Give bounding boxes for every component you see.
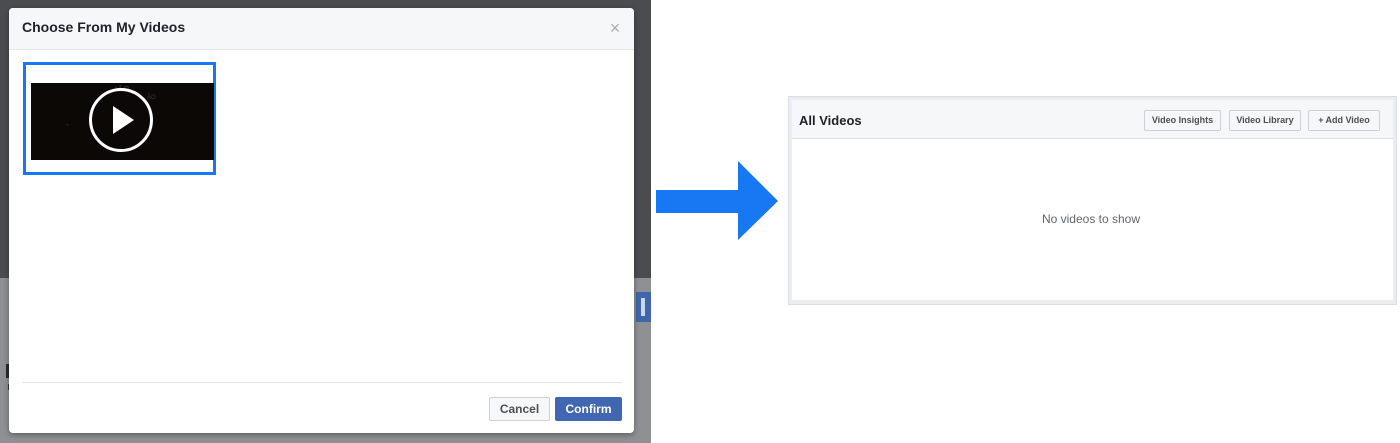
choose-video-dialog: Choose From My Videos × IÃO ÃO + Cancel … bbox=[9, 8, 634, 433]
close-icon[interactable]: × bbox=[606, 19, 624, 37]
video-insights-button[interactable]: Video Insights bbox=[1144, 110, 1221, 131]
add-video-button[interactable]: + Add Video bbox=[1308, 110, 1380, 131]
arrow-right-icon bbox=[656, 161, 778, 240]
videos-list-area: No videos to show bbox=[792, 139, 1393, 300]
dialog-title: Choose From My Videos bbox=[22, 19, 186, 35]
video-thumbnail-selected[interactable]: IÃO ÃO + bbox=[23, 62, 216, 175]
thumbnail-text: ÃO bbox=[147, 95, 156, 101]
plus-icon: + bbox=[1318, 115, 1324, 125]
video-thumbnail-image: IÃO ÃO + bbox=[31, 83, 214, 160]
cancel-button[interactable]: Cancel bbox=[489, 397, 550, 421]
play-icon[interactable] bbox=[89, 88, 153, 152]
thumbnail-text: + bbox=[66, 123, 70, 129]
panel-title: All Videos bbox=[799, 113, 862, 128]
confirm-button[interactable]: Confirm bbox=[555, 397, 622, 421]
all-videos-panel: All Videos Video Insights Video Library … bbox=[788, 96, 1397, 305]
add-video-label: Add Video bbox=[1325, 115, 1370, 125]
dialog-header: Choose From My Videos × bbox=[9, 8, 634, 50]
empty-state-message: No videos to show bbox=[1041, 212, 1141, 226]
dimmed-page-background: Choose From My Videos × IÃO ÃO + Cancel … bbox=[0, 0, 651, 443]
dimmed-page-button bbox=[636, 292, 651, 322]
video-library-button[interactable]: Video Library bbox=[1229, 110, 1301, 131]
play-triangle bbox=[113, 106, 134, 134]
panel-header: All Videos Video Insights Video Library … bbox=[792, 100, 1393, 139]
dialog-footer-divider bbox=[22, 382, 622, 383]
